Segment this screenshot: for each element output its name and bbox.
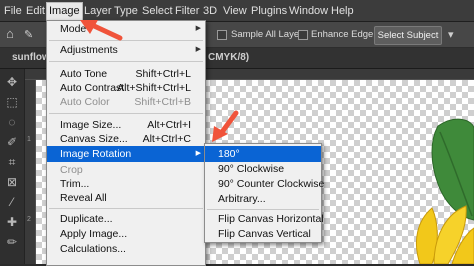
submenu-item-90-clockwise[interactable]: 90° Clockwise bbox=[205, 161, 321, 177]
quick-selection-tool-icon[interactable]: ✐ bbox=[5, 135, 19, 149]
menu-item-calculations[interactable]: Calculations... bbox=[47, 241, 205, 257]
enhance-edge-checkbox[interactable] bbox=[298, 30, 308, 40]
enhance-edge-label: Enhance Edge bbox=[311, 29, 374, 40]
brush-icon[interactable]: ✎ bbox=[24, 28, 33, 41]
menu-separator bbox=[49, 61, 203, 62]
menu-item-mode[interactable]: Mode ▶ bbox=[47, 21, 205, 37]
menu-window[interactable]: Window bbox=[289, 4, 328, 18]
home-icon[interactable]: ⌂ bbox=[6, 26, 14, 41]
crop-tool-icon[interactable]: ⌗ bbox=[5, 155, 19, 169]
menu-help[interactable]: Help bbox=[331, 4, 354, 18]
menu-separator bbox=[207, 209, 319, 210]
lasso-tool-icon[interactable]: ◌ bbox=[5, 115, 19, 129]
eyedropper-tool-icon[interactable]: ⁄ bbox=[5, 195, 19, 209]
menu-3d[interactable]: 3D bbox=[203, 4, 217, 18]
menu-separator bbox=[49, 208, 203, 209]
image-rotation-submenu: 180° 90° Clockwise 90° Counter Clockwise… bbox=[204, 143, 324, 243]
sample-all-layers-label: Sample All Layers bbox=[231, 29, 308, 40]
submenu-arrow-icon: ▶ bbox=[195, 25, 201, 32]
menu-item-reveal-all[interactable]: Reveal All bbox=[47, 190, 205, 206]
menu-edit[interactable]: Edit bbox=[26, 4, 45, 18]
menu-item-auto-color: Auto Color Shift+Ctrl+B bbox=[60, 96, 191, 108]
menu-item-adjustments[interactable]: Adjustments ▶ bbox=[47, 42, 205, 58]
menu-separator bbox=[49, 40, 203, 41]
submenu-arrow-icon: ▶ bbox=[195, 46, 201, 53]
submenu-item-180[interactable]: 180° bbox=[205, 146, 321, 162]
menu-layer[interactable]: Layer bbox=[84, 4, 112, 18]
vertical-ruler: 1 2 bbox=[25, 80, 36, 264]
menu-type[interactable]: Type bbox=[114, 4, 138, 18]
menu-file[interactable]: File bbox=[4, 4, 22, 18]
select-subject-button[interactable]: Select Subject bbox=[374, 26, 442, 45]
menu-item-image-rotation[interactable]: Image Rotation ▶ bbox=[47, 146, 205, 162]
menu-separator bbox=[49, 113, 203, 114]
healing-brush-tool-icon[interactable]: ✚ bbox=[5, 215, 19, 229]
move-tool-icon[interactable]: ✥ bbox=[5, 75, 19, 89]
document-tab-mode: CMYK/8) bbox=[208, 52, 250, 63]
submenu-arrow-icon: ▶ bbox=[195, 150, 201, 157]
submenu-item-flip-vertical[interactable]: Flip Canvas Vertical bbox=[205, 226, 321, 242]
image-menu: Mode ▶ Adjustments ▶ Auto Tone Shift+Ctrl+L… bbox=[46, 20, 206, 266]
menu-select[interactable]: Select bbox=[142, 4, 173, 18]
menu-plugins[interactable]: Plugins bbox=[251, 4, 287, 18]
document-tab-name[interactable]: sunflow bbox=[12, 52, 50, 63]
annotation-arrow-icon bbox=[80, 20, 123, 41]
menu-filter[interactable]: Filter bbox=[175, 4, 199, 18]
submenu-item-90-counter-clockwise[interactable]: 90° Counter Clockwise bbox=[205, 176, 324, 192]
annotation-arrow-icon bbox=[212, 110, 239, 142]
submenu-item-flip-horizontal[interactable]: Flip Canvas Horizontal bbox=[205, 211, 324, 227]
select-subject-dropdown-icon[interactable]: ▾ bbox=[448, 28, 454, 41]
brush-tool-icon[interactable]: ✏ bbox=[5, 235, 19, 249]
menu-item-apply-image[interactable]: Apply Image... bbox=[47, 226, 205, 242]
submenu-item-arbitrary[interactable]: Arbitrary... bbox=[205, 191, 321, 207]
frame-tool-icon[interactable]: ⊠ bbox=[5, 175, 19, 189]
menu-item-duplicate[interactable]: Duplicate... bbox=[47, 211, 205, 227]
menu-bar: File Edit Image Layer Type Select Filter… bbox=[0, 0, 474, 22]
menu-view[interactable]: View bbox=[223, 4, 247, 18]
menu-item-canvas-size[interactable]: Canvas Size... Alt+Ctrl+C bbox=[47, 131, 205, 147]
sample-all-layers-checkbox[interactable] bbox=[217, 30, 227, 40]
ruler-number: 2 bbox=[27, 216, 31, 223]
tools-panel: ✥ ⬚ ◌ ✐ ⌗ ⊠ ⁄ ✚ ✏ bbox=[0, 69, 25, 264]
ruler-number: 1 bbox=[27, 136, 31, 143]
marquee-tool-icon[interactable]: ⬚ bbox=[5, 95, 19, 109]
